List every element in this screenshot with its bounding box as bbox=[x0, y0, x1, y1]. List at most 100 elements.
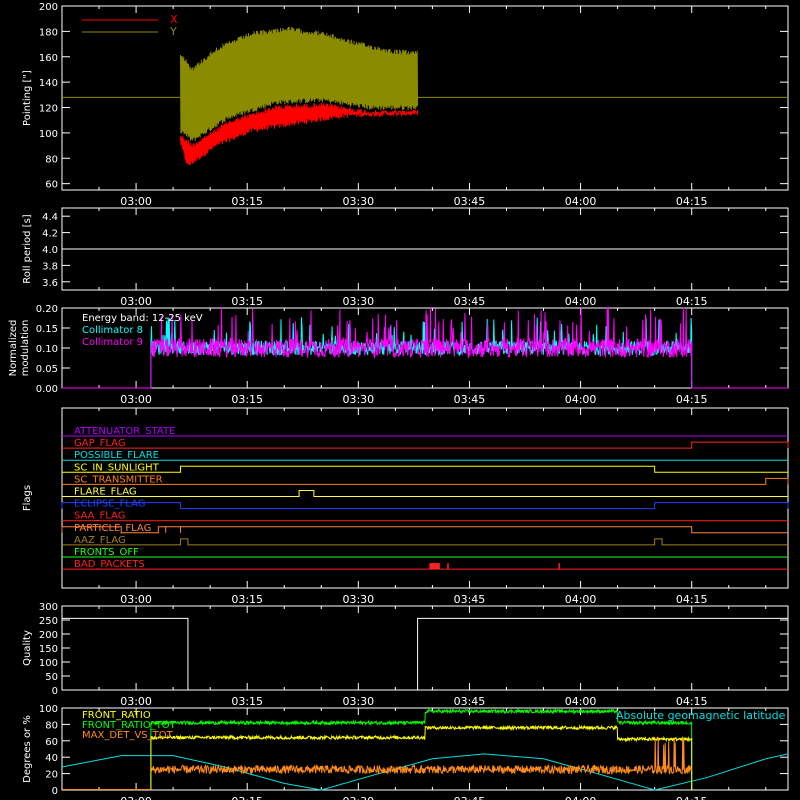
flag-label: POSSIBLE_FLARE bbox=[74, 450, 159, 461]
panel-quality: 03:00 03:15 03:30 03:45 04:00 04:15 Quality 0 50… bbox=[22, 602, 789, 708]
flag-line-flare_flag bbox=[62, 490, 788, 497]
x-tick-label: 03:30 bbox=[342, 695, 374, 708]
y-tick-label: 160 bbox=[39, 53, 58, 64]
x-tick-label: 03:45 bbox=[454, 695, 486, 708]
y-tick-label: 60 bbox=[45, 737, 58, 748]
x-tick-label: 03:30 bbox=[342, 195, 374, 208]
y-tick-label: 200 bbox=[39, 2, 58, 13]
y-tick-label: 150 bbox=[39, 644, 58, 655]
x-tick-label: 03:00 bbox=[120, 593, 152, 606]
flag-label: ECLIPSE_FLAG bbox=[74, 499, 145, 510]
y-tick-label: 80 bbox=[45, 154, 58, 165]
x-tick-label: 03:45 bbox=[454, 795, 486, 800]
flag-label: ATTENUATOR_STATE bbox=[74, 426, 175, 437]
x-tick-label: 03:45 bbox=[454, 393, 486, 406]
y-tick-label: 4.4 bbox=[42, 212, 58, 223]
x-tick-label: 03:30 bbox=[342, 593, 374, 606]
panel-geo: 03:00 03:15 03:30 03:45 04:00 04:15 Degrees or… bbox=[22, 704, 789, 800]
geomagnetic-latitude-annotation: Absolute geomagnetic latitude bbox=[616, 709, 786, 722]
x-tick-label: 04:15 bbox=[676, 593, 708, 606]
flag-label: FLARE_FLAG bbox=[74, 487, 137, 498]
flag-line-gap_flag bbox=[62, 441, 789, 449]
quality-line bbox=[62, 617, 788, 691]
series-max-det-vs-tot-line bbox=[150, 736, 693, 776]
y-tick-label: 0 bbox=[52, 786, 58, 797]
flag-label: FRONTS_OFF bbox=[74, 547, 139, 558]
y-tick-label: 0.05 bbox=[36, 364, 58, 375]
x-tick-label: 03:15 bbox=[231, 593, 263, 606]
x-tick-label: 03:45 bbox=[454, 195, 486, 208]
x-tick-label: 03:45 bbox=[454, 295, 486, 308]
y-axis-label-line: modulation bbox=[20, 320, 31, 377]
energy-band-annotation: Energy band: 12-25 keV bbox=[82, 313, 203, 324]
y-tick-label: 0.20 bbox=[36, 304, 58, 315]
y-tick-label: 0 bbox=[52, 686, 58, 697]
y-tick-label: 120 bbox=[39, 104, 58, 115]
x-tick-label: 03:15 bbox=[231, 795, 263, 800]
x-tick-label: 03:30 bbox=[342, 795, 374, 800]
legend-label: MAX_DET_VS_TOT bbox=[82, 730, 174, 741]
x-tick-label: 04:00 bbox=[565, 195, 597, 208]
x-tick-label: 03:00 bbox=[120, 295, 152, 308]
flag-line-eclipse_flag bbox=[61, 502, 789, 510]
x-tick-label: 03:00 bbox=[120, 195, 152, 208]
flag-line-particle_flag bbox=[61, 526, 788, 534]
x-tick-label: 03:30 bbox=[342, 393, 374, 406]
bad-packet-mark bbox=[429, 563, 440, 570]
flag-line-sc_in_sunlight bbox=[62, 465, 788, 473]
flag-label: GAP_FLAG bbox=[74, 438, 126, 449]
y-tick-label: 140 bbox=[39, 78, 58, 89]
x-tick-label: 03:15 bbox=[231, 695, 263, 708]
y-axis-label-line: Normalized bbox=[8, 320, 19, 377]
x-tick-label: 03:15 bbox=[231, 393, 263, 406]
chart-figure: 03:00 03:15 03:30 03:45 04:00 04:15 Pointing [… bbox=[0, 0, 800, 800]
flag-label: BAD_PACKETS bbox=[74, 559, 145, 570]
y-axis-label: Quality bbox=[22, 630, 33, 666]
y-tick-label: 4.2 bbox=[42, 229, 58, 240]
x-tick-label: 04:15 bbox=[676, 195, 708, 208]
y-axis-label: Roll period [s] bbox=[22, 214, 33, 283]
flag-label: SC_TRANSMITTER bbox=[74, 474, 163, 485]
x-tick-label: 04:00 bbox=[565, 295, 597, 308]
x-tick-label: 04:00 bbox=[565, 795, 597, 800]
y-tick-label: 0.00 bbox=[36, 384, 58, 395]
y-tick-label: 100 bbox=[39, 704, 58, 715]
panel-pointing: 03:00 03:15 03:30 03:45 04:00 04:15 Pointing [… bbox=[22, 2, 789, 208]
panel-roll: 03:00 03:15 03:30 03:45 04:00 04:15 Roll perio… bbox=[22, 207, 789, 308]
y-tick-label: 0.15 bbox=[36, 324, 58, 335]
x-tick-label: 03:15 bbox=[231, 195, 263, 208]
y-axis-label: Normalizedmodulation bbox=[8, 320, 31, 377]
flag-label: PARTICLE_FLAG bbox=[74, 523, 151, 534]
x-tick-label: 04:15 bbox=[676, 295, 708, 308]
x-tick-label: 04:15 bbox=[676, 695, 708, 708]
y-tick-label: 20 bbox=[45, 770, 58, 781]
y-tick-label: 50 bbox=[45, 672, 58, 683]
series-front-ratio-tot-line bbox=[150, 707, 693, 791]
flag-line-sc_transmitter bbox=[62, 477, 789, 485]
y-tick-label: 300 bbox=[39, 602, 58, 613]
legend-label: Collimator 9 bbox=[82, 337, 143, 348]
x-tick-label: 04:15 bbox=[676, 393, 708, 406]
y-tick-label: 4.0 bbox=[42, 245, 58, 256]
x-tick-label: 04:00 bbox=[565, 393, 597, 406]
y-tick-label: 3.8 bbox=[42, 261, 58, 272]
panel-flags: 03:00 03:15 03:30 03:45 04:00 04:15 Flags ATTEN… bbox=[22, 407, 789, 606]
y-tick-label: 80 bbox=[45, 720, 58, 731]
series-front-ratio-line bbox=[150, 724, 693, 791]
y-axis-label: Pointing ["] bbox=[22, 70, 33, 126]
y-axis-label: Flags bbox=[22, 485, 33, 511]
bad-packet-mark bbox=[558, 563, 560, 570]
flag-label: AAZ_FLAG bbox=[74, 535, 126, 546]
x-tick-label: 03:30 bbox=[342, 295, 374, 308]
flag-label: SC_IN_SUNLIGHT bbox=[74, 462, 160, 473]
y-tick-label: 3.6 bbox=[42, 278, 58, 289]
x-tick-label: 03:15 bbox=[231, 295, 263, 308]
x-tick-label: 03:00 bbox=[120, 795, 152, 800]
y-tick-label: 40 bbox=[45, 753, 58, 764]
y-tick-label: 60 bbox=[45, 180, 58, 191]
x-tick-label: 04:00 bbox=[565, 695, 597, 708]
legend-label: Collimator 8 bbox=[82, 325, 143, 336]
flag-line-aaz_flag bbox=[62, 538, 788, 546]
panel-modulation: 03:00 03:15 03:30 03:45 04:00 04:15 Normalized… bbox=[8, 304, 789, 406]
y-tick-label: 0.10 bbox=[36, 344, 58, 355]
